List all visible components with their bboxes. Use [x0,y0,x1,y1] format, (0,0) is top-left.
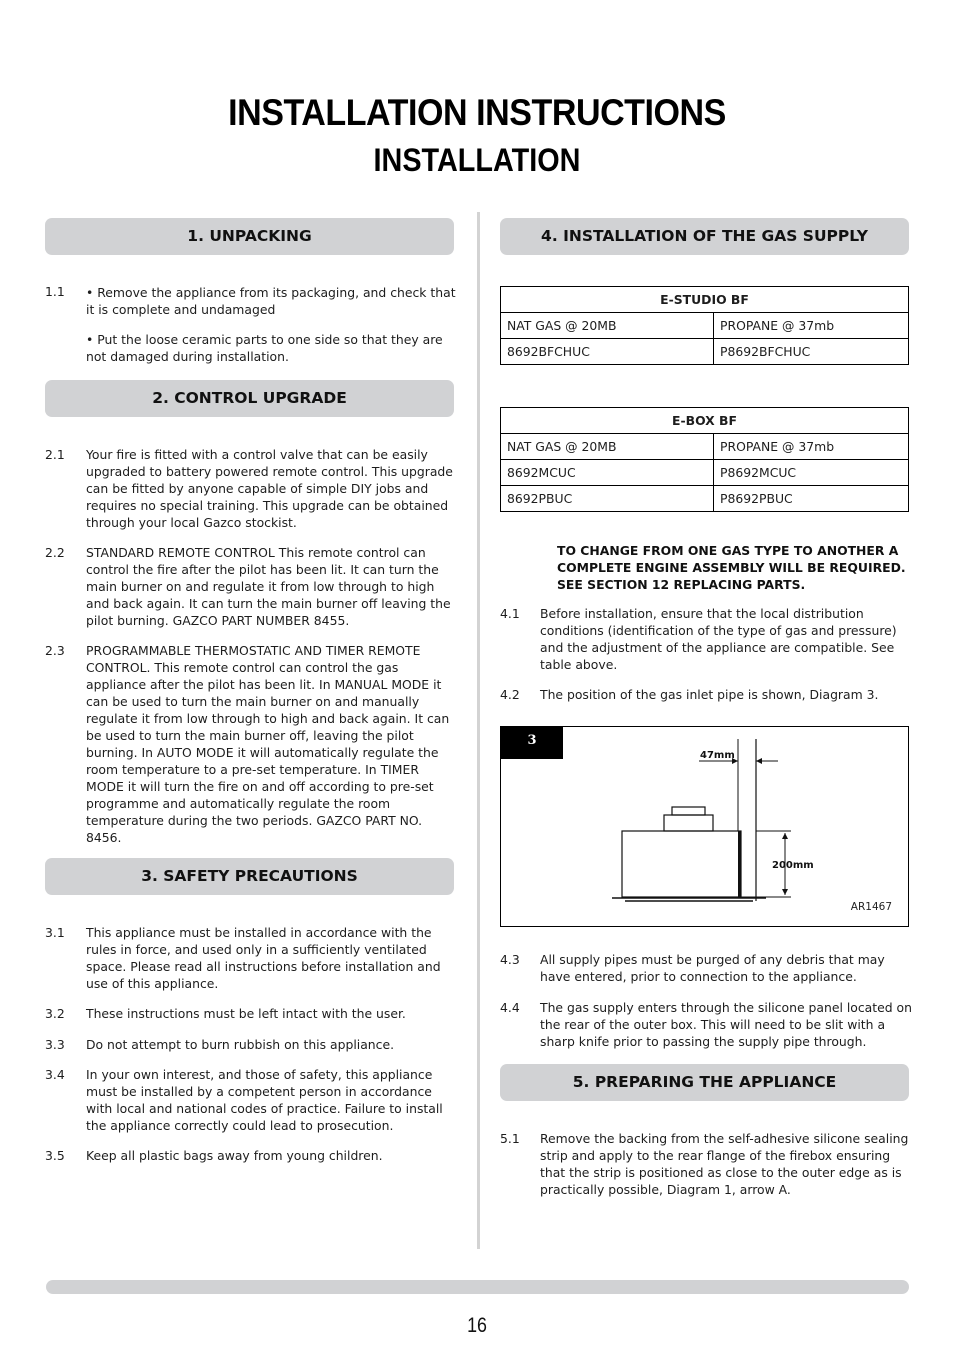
paragraph-2-3: 2.3 PROGRAMMABLE THERMOSTATIC AND TIMER … [45,642,457,846]
gas-change-notice: TO CHANGE FROM ONE GAS TYPE TO ANOTHER A… [557,543,906,592]
table-title: E-BOX BF [500,407,909,434]
item-text: In your own interest, and those of safet… [86,1067,443,1133]
diagram-number-badge: 3 [501,727,563,759]
column-header: NAT GAS @ 20MB [500,312,714,339]
item-text: Keep all plastic bags away from young ch… [86,1148,383,1163]
item-number: 4.1 [500,606,520,621]
item-text: All supply pipes must be purged of any d… [540,952,885,984]
table-e-studio-bf: E-STUDIO BF NAT GAS @ 20MB PROPANE @ 37m… [500,286,909,365]
table-cell: 8692PBUC [500,485,714,512]
paragraph-4-4: 4.4 The gas supply enters through the si… [500,999,912,1050]
item-text: Before installation, ensure that the loc… [540,606,897,672]
paragraph-3-2: 3.2 These instructions must be left inta… [45,1005,457,1022]
arrowhead-up [782,833,788,839]
item-number: 4.3 [500,952,520,967]
paragraph-2-2: 2.2 STANDARD REMOTE CONTROL This remote … [45,544,457,629]
arrowhead-down [782,889,788,895]
page-subtitle: INSTALLATION [373,142,581,178]
item-text: Remove the backing from the self-adhesiv… [540,1131,909,1197]
item-text: Do not attempt to burn rubbish on this a… [86,1037,395,1052]
item-number: 3.2 [45,1006,65,1021]
dim-width-label: 47mm [700,750,735,761]
table-cell: P8692PBUC [713,485,909,512]
table-cell: 8692MCUC [500,459,714,486]
table-title-row: E-STUDIO BF [500,286,909,313]
table-cell: 8692BFCHUC [500,338,714,365]
paragraph-4-3: 4.3 All supply pipes must be purged of a… [500,951,912,985]
column-divider [477,212,480,1249]
dim-height-label: 200mm [772,860,814,871]
table-title-row: E-BOX BF [500,407,909,434]
item-number: 3.5 [45,1148,65,1163]
paragraph-4-2: 4.2 The position of the gas inlet pipe i… [500,686,912,703]
paragraph-3-3: 3.3 Do not attempt to burn rubbish on th… [45,1036,457,1053]
diagram-3-gas-inlet: 47mm 200mm 3 AR1467 [500,726,909,927]
item-number: 5.1 [500,1131,520,1146]
paragraph-2-1: 2.1 Your fire is fitted with a control v… [45,446,457,531]
paragraph-5-1: 5.1 Remove the backing from the self-adh… [500,1130,912,1198]
table-header-row: NAT GAS @ 20MB PROPANE @ 37mb [500,312,909,339]
item-number: 2.2 [45,545,65,560]
item-number: 1.1 [45,284,65,299]
paragraph-3-1: 3.1 This appliance must be installed in … [45,924,457,992]
item-text: The position of the gas inlet pipe is sh… [540,687,879,702]
table-cell: P8692BFCHUC [713,338,909,365]
section-heading-preparing: 5. PREPARING THE APPLIANCE [500,1064,909,1101]
item-text: These instructions must be left intact w… [86,1006,406,1021]
item-text: Your fire is fitted with a control valve… [86,447,453,530]
diagram-reference: AR1467 [850,901,892,913]
flue-collar-outline [663,814,714,832]
item-number: 3.4 [45,1067,65,1082]
column-header: PROPANE @ 37mb [713,433,909,460]
page-title: INSTALLATION INSTRUCTIONS [228,92,726,133]
table-header-row: NAT GAS @ 20MB PROPANE @ 37mb [500,433,909,460]
item-number: 3.1 [45,925,65,940]
item-number: 4.4 [500,1000,520,1015]
item-number: 4.2 [500,687,520,702]
section-heading-control-upgrade: 2. CONTROL UPGRADE [45,380,454,417]
column-header: NAT GAS @ 20MB [500,433,714,460]
unpacking-bullet: • Put the loose ceramic parts to one sid… [86,332,443,364]
section-heading-unpacking: 1. UNPACKING [45,218,454,255]
section-heading-safety: 3. SAFETY PRECAUTIONS [45,858,454,895]
item-text: PROGRAMMABLE THERMOSTATIC AND TIMER REMO… [86,643,450,845]
table-e-box-bf: E-BOX BF NAT GAS @ 20MB PROPANE @ 37mb 8… [500,407,909,512]
item-text: This appliance must be installed in acco… [86,925,441,991]
item-text: STANDARD REMOTE CONTROL This remote cont… [86,545,451,628]
section-heading-gas-supply: 4. INSTALLATION OF THE GAS SUPPLY [500,218,909,255]
gas-pipe [738,831,741,897]
appliance-body-outline [621,830,742,898]
table-row: 8692PBUC P8692PBUC [500,485,909,512]
item-number: 3.3 [45,1037,65,1052]
table-row: 8692BFCHUC P8692BFCHUC [500,338,909,365]
flue-top-outline [671,806,706,816]
paragraph-3-5: 3.5 Keep all plastic bags away from youn… [45,1147,457,1164]
paragraph-4-1: 4.1 Before installation, ensure that the… [500,605,912,673]
paragraph-3-4: 3.4 In your own interest, and those of s… [45,1066,457,1134]
table-cell: P8692MCUC [713,459,909,486]
item-number: 2.3 [45,643,65,658]
item-number: 2.1 [45,447,65,462]
column-header: PROPANE @ 37mb [713,312,909,339]
table-row: 8692MCUC P8692MCUC [500,459,909,486]
arrowhead-left [756,758,762,764]
item-text: The gas supply enters through the silico… [540,1000,912,1049]
page-number: 16 [467,1314,487,1337]
table-title: E-STUDIO BF [500,286,909,313]
unpacking-bullet: • Remove the appliance from its packagin… [86,285,456,317]
footer-bar [46,1280,909,1294]
